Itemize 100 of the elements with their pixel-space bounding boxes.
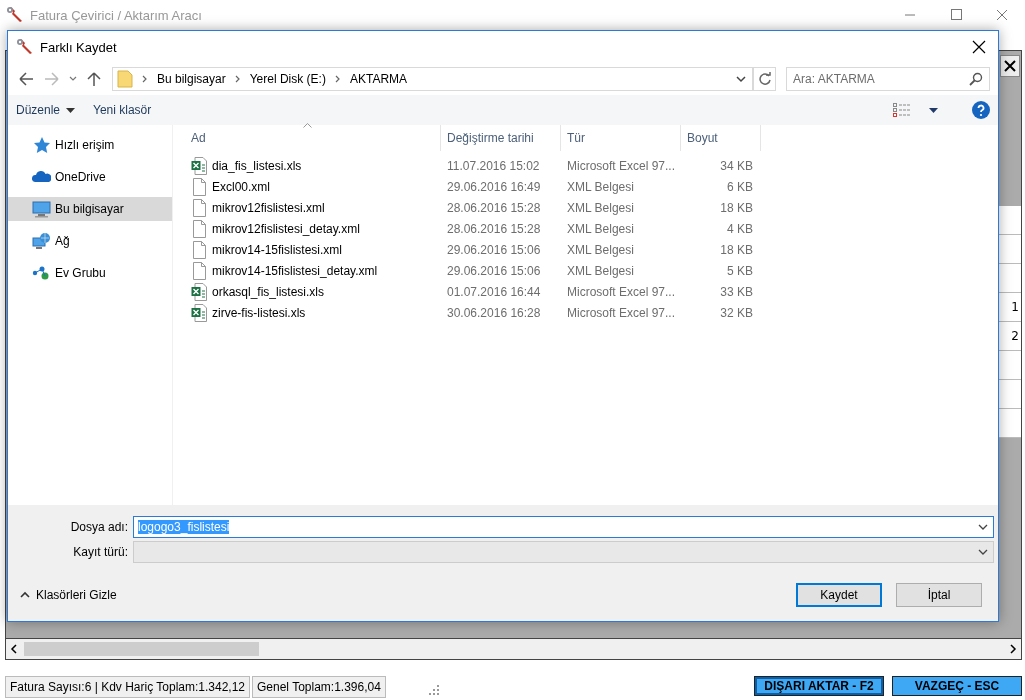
folder-icon: [117, 70, 133, 88]
caret-down-icon[interactable]: [929, 107, 938, 113]
scroll-bar[interactable]: [5, 639, 1022, 660]
file-size: 18 KB: [719, 200, 754, 215]
file-type: XML Belgesi: [566, 200, 635, 215]
chevron-right-icon: [333, 74, 342, 84]
file-name: mikrov14-15fislistesi_detay.xml: [212, 263, 378, 278]
close-icon: [1004, 60, 1016, 72]
file-name: mikrov12fislistesi_detay.xml: [212, 221, 360, 236]
table-cell: 1: [1011, 300, 1019, 314]
document-icon: [191, 219, 207, 238]
nav-item[interactable]: Ev Grubu: [8, 261, 172, 285]
file-type: XML Belgesi: [566, 263, 635, 278]
file-name: orkasql_fis_listesi.xls: [212, 284, 325, 299]
file-row[interactable]: orkasql_fis_listesi.xls 01.07.2016 16:44 Microsoft Excel 97... 33 KB: [185, 281, 998, 302]
help-icon[interactable]: [972, 101, 990, 119]
file-row[interactable]: mikrov12fislistesi.xml 28.06.2016 15:28 XML Belgesi 18 KB: [185, 197, 998, 218]
file-type: XML Belgesi: [566, 242, 635, 257]
dialog-button[interactable]: Kaydet: [796, 583, 882, 607]
menu-button[interactable]: Düzenle: [16, 103, 76, 117]
file-size: 32 KB: [719, 305, 754, 320]
search-field[interactable]: Ara: AKTARMA: [786, 67, 990, 91]
file-date: 30.06.2016 16:28: [446, 305, 542, 320]
window-title: Fatura Çevirici / Aktarım Aracı: [30, 7, 202, 23]
dialog-button[interactable]: İptal: [896, 583, 982, 607]
arrow-right-icon: [1009, 644, 1017, 654]
file-date: 29.06.2016 16:49: [446, 179, 542, 194]
network-icon: [32, 232, 51, 250]
action-button[interactable]: DIŞARI AKTAR - F2: [754, 676, 884, 696]
file-size: 4 KB: [726, 221, 754, 236]
action-button[interactable]: VAZGEÇ - ESC: [892, 676, 1022, 696]
column-header[interactable]: Boyut: [681, 125, 761, 151]
file-name: dia_fis_listesi.xls: [212, 158, 302, 173]
chevron-right-icon: [141, 74, 149, 84]
file-row[interactable]: Excl00.xml 29.06.2016 16:49 XML Belgesi 6 KB: [185, 176, 998, 197]
file-type: XML Belgesi: [566, 221, 635, 236]
close-button[interactable]: [1000, 55, 1020, 77]
nav-item[interactable]: Bu bilgisayar: [8, 197, 172, 221]
wrench-icon: [16, 38, 34, 56]
breadcrumb-item[interactable]: Yerel Disk (E:): [249, 72, 326, 86]
toggle-link[interactable]: Klasörleri Gizle: [20, 588, 117, 602]
file-size: 34 KB: [719, 158, 754, 173]
monitor-icon: [32, 200, 51, 218]
field-label: Kayıt türü:: [72, 545, 129, 559]
file-size: 33 KB: [719, 284, 754, 299]
homegroup-icon: [32, 264, 51, 282]
file-date: 11.07.2016 15:02: [446, 158, 541, 173]
spreadsheet-icon: [191, 303, 207, 322]
chevron-right-icon: [233, 74, 242, 84]
chevron-up-icon: [20, 591, 30, 599]
arrow-left-icon: [10, 644, 18, 654]
document-icon: [191, 198, 207, 217]
spreadsheet-icon: [191, 156, 207, 175]
file-type: Microsoft Excel 97...: [566, 284, 677, 299]
table-cell: 2: [1011, 329, 1019, 343]
file-row[interactable]: dia_fis_listesi.xls 11.07.2016 15:02 Microsoft Excel 97... 34 KB: [185, 155, 998, 176]
file-name: mikrov12fislistesi.xml: [212, 200, 325, 215]
column-header[interactable]: Ad: [185, 125, 441, 151]
file-date: 29.06.2016 15:06: [446, 263, 542, 278]
chevron-down-icon[interactable]: [735, 73, 747, 85]
wrench-icon: [6, 6, 24, 24]
search-icon[interactable]: [969, 72, 983, 86]
nav-item[interactable]: OneDrive: [8, 165, 172, 189]
nav-item[interactable]: Hızlı erişim: [8, 133, 172, 157]
file-size: 18 KB: [719, 242, 754, 257]
resize-grip-icon: [427, 684, 440, 696]
file-name: zirve-fis-listesi.xls: [212, 305, 306, 320]
file-type: Microsoft Excel 97...: [566, 158, 677, 173]
file-name: Excl00.xml: [212, 179, 270, 194]
column-header[interactable]: Tür: [561, 125, 681, 151]
nav-item[interactable]: Ağ: [8, 229, 172, 253]
breadcrumb-item[interactable]: Bu bilgisayar: [157, 72, 226, 86]
file-row[interactable]: mikrov14-15fislistesi_detay.xml 29.06.2016 15:06 XML Belgesi 5 KB: [185, 260, 998, 281]
file-type: XML Belgesi: [566, 179, 635, 194]
document-icon: [191, 261, 207, 280]
file-size: 6 KB: [726, 179, 754, 194]
file-row[interactable]: zirve-fis-listesi.xls 30.06.2016 16:28 Microsoft Excel 97... 32 KB: [185, 302, 998, 323]
toolbar-button[interactable]: Yeni klasör: [93, 103, 152, 117]
status-text: Fatura Sayısı:6 | Kdv Hariç Toplam:1.342,12: [5, 676, 250, 698]
document-icon: [191, 177, 207, 196]
file-row[interactable]: mikrov12fislistesi_detay.xml 28.06.2016 15:28 XML Belgesi 4 KB: [185, 218, 998, 239]
spreadsheet-icon: [191, 282, 207, 301]
breadcrumb-item[interactable]: AKTARMA: [349, 72, 408, 86]
scroll-thumb[interactable]: [24, 642, 259, 656]
star-icon: [32, 136, 51, 154]
caret-down-icon: [66, 107, 76, 113]
file-row[interactable]: mikrov14-15fislistesi.xml 29.06.2016 15:06 XML Belgesi 18 KB: [185, 239, 998, 260]
dialog-title: Farklı Kaydet: [40, 39, 117, 55]
address-bar[interactable]: Bu bilgisayar Yerel Disk (E:) AKTARMA: [112, 67, 754, 91]
file-name: mikrov14-15fislistesi.xml: [212, 242, 343, 257]
file-date: 28.06.2016 15:28: [446, 200, 542, 215]
file-date: 29.06.2016 15:06: [446, 242, 542, 257]
refresh-button[interactable]: [754, 67, 776, 91]
document-icon: [191, 240, 207, 259]
view-options-icon[interactable]: [893, 103, 911, 117]
status-text: Genel Toplam:1.396,04: [252, 676, 386, 698]
refresh-icon: [757, 72, 772, 86]
file-type: Microsoft Excel 97...: [566, 305, 677, 320]
file-date: 28.06.2016 15:28: [446, 221, 542, 236]
column-header[interactable]: Değiştirme tarihi: [441, 125, 561, 151]
